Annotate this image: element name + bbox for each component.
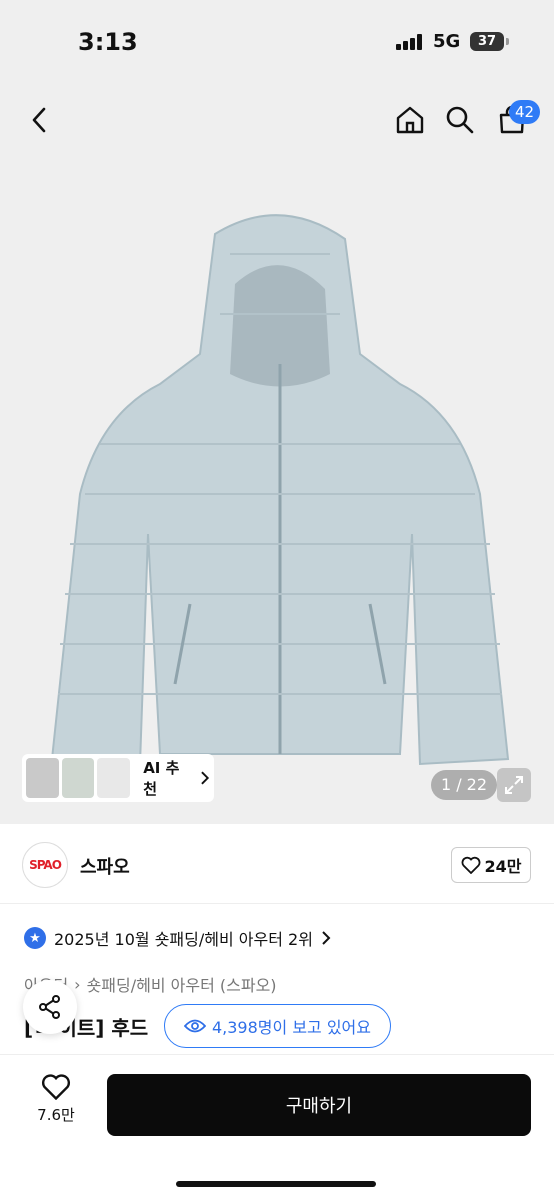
- thumbnail-gray[interactable]: [26, 758, 59, 798]
- viewers-text: 4,398명이 보고 있어요: [211, 1018, 372, 1037]
- ai-recommend-strip[interactable]: AI 추천: [22, 754, 214, 802]
- back-button[interactable]: [20, 100, 60, 140]
- wishlist-count: 7.6만: [37, 1106, 75, 1124]
- ai-recommend-label: AI 추천: [143, 759, 180, 798]
- home-button[interactable]: [390, 100, 430, 140]
- search-button[interactable]: [440, 100, 480, 140]
- home-indicator: [176, 1181, 376, 1187]
- signal-icon: [396, 34, 426, 50]
- star-badge-icon: ★: [24, 927, 46, 949]
- wishlist-button[interactable]: 7.6만: [24, 1073, 88, 1125]
- brand-row: SPAO 스파오 24만: [0, 826, 554, 904]
- status-time: 3:13: [78, 28, 138, 56]
- breadcrumb-separator: ›: [74, 974, 81, 994]
- home-icon: [396, 106, 424, 134]
- status-bar: 3:13 5G 37: [0, 0, 554, 84]
- jacket-image: [50, 214, 510, 766]
- share-icon: [39, 995, 60, 1019]
- chevron-right-icon: [322, 931, 331, 945]
- brand-like-button[interactable]: 24만: [451, 847, 531, 883]
- product-gallery[interactable]: AI 추천 1 / 22: [0, 84, 554, 824]
- thumbnail-sage[interactable]: [61, 758, 95, 798]
- battery-cap: [506, 38, 509, 45]
- cart-count-badge: 42: [509, 100, 541, 124]
- brand-like-count: 24만: [484, 857, 522, 876]
- ranking-link[interactable]: ★ 2025년 10월 숏패딩/헤비 아우터 2위: [24, 926, 331, 950]
- battery-icon: 37: [470, 32, 504, 51]
- image-counter: 1 / 22: [431, 770, 497, 800]
- back-chevron-icon: [32, 107, 46, 133]
- brand-logo[interactable]: SPAO: [22, 842, 68, 888]
- buy-button[interactable]: 구매하기: [107, 1074, 531, 1136]
- expand-icon: [505, 776, 523, 794]
- network-label: 5G: [433, 31, 461, 52]
- thumbnail-light[interactable]: [97, 758, 131, 798]
- viewers-badge: 4,398명이 보고 있어요: [164, 1004, 391, 1048]
- brand-name[interactable]: 스파오: [80, 853, 130, 879]
- share-button[interactable]: [23, 980, 77, 1034]
- expand-button[interactable]: [497, 768, 531, 802]
- ranking-text: 2025년 10월 숏패딩/헤비 아우터 2위: [54, 930, 313, 949]
- heart-icon: [42, 1074, 70, 1100]
- heart-icon: [461, 856, 480, 874]
- search-icon: [446, 106, 474, 134]
- chevron-right-icon: [201, 771, 210, 785]
- bottom-action-bar: 7.6만 구매하기: [0, 1054, 554, 1200]
- eye-icon: [183, 1019, 206, 1033]
- breadcrumb-item[interactable]: 숏패딩/헤비 아우터 (스파오): [87, 972, 277, 996]
